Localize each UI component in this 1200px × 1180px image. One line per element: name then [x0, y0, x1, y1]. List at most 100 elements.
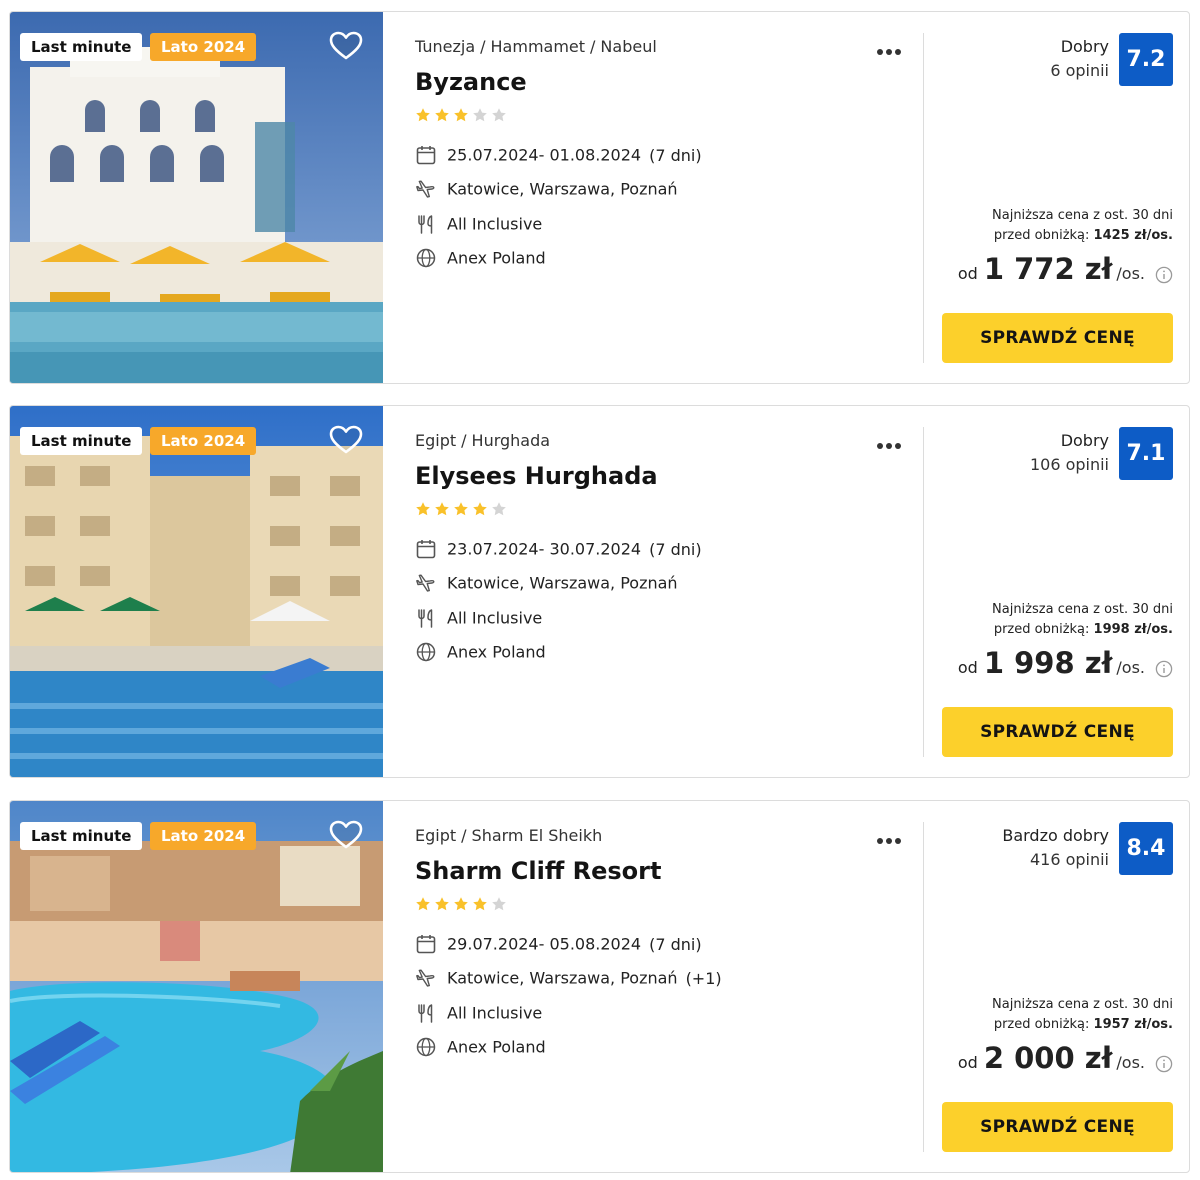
- board-type: All Inclusive: [447, 608, 543, 628]
- breadcrumb-item[interactable]: Sharm El Sheikh: [472, 826, 603, 845]
- star-filled-icon: [453, 107, 469, 123]
- trip-duration: (7 dni): [649, 934, 702, 954]
- price-from-label: od: [957, 264, 978, 283]
- location-breadcrumb: Egipt / Sharm El Sheikh: [415, 826, 602, 845]
- check-price-button[interactable]: SPRAWDŹ CENĘ: [942, 707, 1173, 757]
- price-info-icon[interactable]: [1155, 1055, 1173, 1073]
- price-per-person: /os.: [1116, 1053, 1145, 1072]
- rating-block[interactable]: Dobry 106 opinii 7.1: [943, 427, 1173, 481]
- star-filled-icon: [472, 501, 488, 517]
- breadcrumb-item[interactable]: Tunezja: [415, 37, 475, 56]
- hotel-photo[interactable]: [10, 406, 383, 777]
- rating-score-badge: 7.2: [1119, 33, 1173, 86]
- lowest-price-line1: Najniższa cena z ost. 30 dni: [992, 602, 1173, 617]
- breadcrumb-separator: /: [480, 37, 486, 56]
- breadcrumb-item[interactable]: Nabeul: [600, 37, 656, 56]
- lowest-price-line1: Najniższa cena z ost. 30 dni: [992, 997, 1173, 1012]
- calendar-icon: [415, 144, 437, 166]
- rating-block[interactable]: Dobry 6 opinii 7.2: [943, 33, 1173, 87]
- last-minute-badge: Last minute: [20, 33, 143, 61]
- price-from-label: od: [957, 658, 978, 677]
- board-row: All Inclusive: [415, 607, 542, 631]
- last-minute-badge: Last minute: [20, 822, 143, 850]
- location-breadcrumb: Tunezja / Hammamet / Nabeul: [415, 37, 657, 56]
- price-info-icon[interactable]: [1155, 660, 1173, 678]
- favorite-heart-icon[interactable]: [329, 820, 363, 850]
- dates-row: 23.07.2024- 30.07.2024 (7 dni): [415, 538, 702, 562]
- star-filled-icon: [434, 107, 450, 123]
- hotel-name[interactable]: Byzance: [415, 68, 527, 96]
- lowest-price-line2: przed obniżką: 1998 zł/os.: [992, 620, 1173, 640]
- price-amount: 1 998 zł: [983, 646, 1113, 680]
- travel-dates: 23.07.2024- 30.07.2024: [447, 539, 642, 559]
- departure-airports: Katowice, Warszawa, Poznań: [447, 968, 678, 988]
- price-from-label: od: [957, 1053, 978, 1072]
- rating-score-badge: 8.4: [1119, 822, 1173, 875]
- check-price-button[interactable]: SPRAWDŹ CENĘ: [942, 313, 1173, 363]
- offer-details: Egipt / Hurghada Elysees Hurghada 23.07.20…: [415, 406, 915, 777]
- price-amount: 2 000 zł: [983, 1041, 1113, 1075]
- star-filled-icon: [453, 501, 469, 517]
- cutlery-icon: [415, 1002, 437, 1024]
- lowest-price-note: Najniższa cena z ost. 30 dni przed obniż…: [992, 995, 1173, 1035]
- departure-extra-count[interactable]: (+1): [686, 969, 722, 988]
- cutlery-icon: [415, 213, 437, 235]
- hotel-name[interactable]: Sharm Cliff Resort: [415, 857, 661, 885]
- airplane-icon: [415, 572, 437, 594]
- lowest-price-value: 1957 zł/os.: [1093, 1017, 1173, 1032]
- lowest-price-note: Najniższa cena z ost. 30 dni przed obniż…: [992, 206, 1173, 246]
- price-per-person: /os.: [1116, 658, 1145, 677]
- star-empty-icon: [472, 107, 488, 123]
- breadcrumb-item[interactable]: Hammamet: [491, 37, 586, 56]
- cutlery-icon: [415, 607, 437, 629]
- favorite-heart-icon[interactable]: [329, 425, 363, 455]
- lowest-price-line1: Najniższa cena z ost. 30 dni: [992, 208, 1173, 223]
- price-info-icon[interactable]: [1155, 266, 1173, 284]
- hotel-photo[interactable]: [10, 12, 383, 383]
- price-amount: 1 772 zł: [983, 252, 1113, 286]
- rating-text: Bardzo dobry 416 opinii: [1002, 824, 1109, 872]
- more-options-icon[interactable]: [877, 40, 907, 56]
- board-type: All Inclusive: [447, 214, 543, 234]
- departure-airports: Katowice, Warszawa, Poznań: [447, 573, 678, 593]
- breadcrumb-item[interactable]: Egipt: [415, 826, 456, 845]
- rating-score-badge: 7.1: [1119, 427, 1173, 480]
- lowest-price-value: 1425 zł/os.: [1093, 228, 1173, 243]
- star-filled-icon: [415, 896, 431, 912]
- breadcrumb-separator: /: [461, 826, 467, 845]
- offer-card[interactable]: Last minute Lato 2024 Egipt / Hurghada Ely…: [9, 405, 1190, 778]
- breadcrumb-item[interactable]: Egipt: [415, 431, 456, 450]
- globe-icon: [415, 1036, 437, 1058]
- more-options-icon[interactable]: [877, 434, 907, 450]
- hotel-photo-image: [10, 801, 383, 1172]
- lowest-price-note: Najniższa cena z ost. 30 dni przed obniż…: [992, 600, 1173, 640]
- board-row: All Inclusive: [415, 213, 542, 237]
- review-count[interactable]: 416 opinii: [1002, 848, 1109, 872]
- board-type: All Inclusive: [447, 1003, 543, 1023]
- check-price-button[interactable]: SPRAWDŹ CENĘ: [942, 1102, 1173, 1152]
- review-count[interactable]: 106 opinii: [1030, 453, 1109, 477]
- price-per-person: /os.: [1116, 264, 1145, 283]
- breadcrumb-separator: /: [461, 431, 467, 450]
- hotel-photo[interactable]: [10, 801, 383, 1172]
- breadcrumb-item[interactable]: Hurghada: [472, 431, 551, 450]
- favorite-heart-icon[interactable]: [329, 31, 363, 61]
- operator-row: Anex Poland: [415, 247, 546, 271]
- season-badge: Lato 2024: [150, 822, 257, 850]
- offer-card[interactable]: Last minute Lato 2024 Egipt / Sharm El She…: [9, 800, 1190, 1173]
- offer-card[interactable]: Last minute Lato 2024 Tunezja / Hammamet / N…: [9, 11, 1190, 384]
- review-count[interactable]: 6 opinii: [1050, 59, 1109, 83]
- column-divider: [923, 33, 924, 363]
- calendar-icon: [415, 933, 437, 955]
- rating-label: Dobry: [1060, 37, 1109, 56]
- hotel-name[interactable]: Elysees Hurghada: [415, 462, 658, 490]
- rating-block[interactable]: Bardzo dobry 416 opinii 8.4: [943, 822, 1173, 876]
- hotel-stars: [415, 896, 510, 912]
- lowest-price-prefix: przed obniżką:: [993, 1017, 1090, 1032]
- star-filled-icon: [415, 501, 431, 517]
- calendar-icon: [415, 538, 437, 560]
- departure-row: Katowice, Warszawa, Poznań (+1): [415, 967, 722, 991]
- more-options-icon[interactable]: [877, 829, 907, 845]
- star-filled-icon: [415, 107, 431, 123]
- departure-row: Katowice, Warszawa, Poznań: [415, 572, 686, 596]
